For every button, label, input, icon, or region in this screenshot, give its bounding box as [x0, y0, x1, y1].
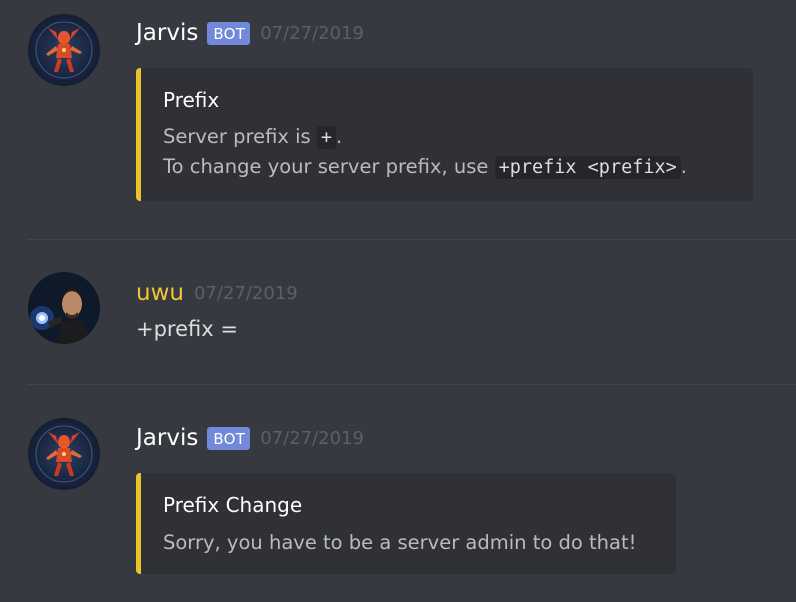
timestamp: 07/27/2019: [260, 427, 364, 449]
message-divider: [28, 239, 796, 240]
bot-badge: BOT: [207, 426, 251, 450]
message-header: Jarvis BOT 07/27/2019: [136, 17, 364, 49]
embed-line-change-prefix: To change your server prefix, use +prefi…: [163, 155, 687, 179]
man-avatar-icon: [28, 272, 100, 344]
embed-title: Prefix Change: [163, 493, 303, 517]
text: To change your server prefix, use: [163, 155, 495, 178]
message-header: Jarvis BOT 07/27/2019: [136, 422, 364, 454]
robot-avatar-icon: [28, 418, 100, 490]
timestamp: 07/27/2019: [193, 282, 298, 304]
author-name[interactable]: Jarvis: [136, 425, 198, 451]
text: Server prefix is: [163, 125, 317, 148]
robot-avatar-icon: [28, 14, 100, 86]
author-name[interactable]: uwu: [136, 280, 184, 306]
jarvis-avatar[interactable]: [28, 418, 100, 490]
inline-code: +prefix <prefix>: [494, 156, 681, 179]
inline-code: +: [316, 126, 337, 149]
embed-line-server-prefix: Server prefix is +.: [163, 125, 343, 149]
text: .: [680, 155, 687, 178]
uwu-avatar[interactable]: [28, 272, 100, 344]
bot-badge: BOT: [207, 21, 251, 45]
embed-description: Sorry, you have to be a server admin to …: [163, 531, 637, 554]
jarvis-avatar[interactable]: [28, 14, 100, 86]
author-name[interactable]: Jarvis: [136, 20, 198, 46]
message-content: +prefix =: [136, 317, 238, 341]
embed-title: Prefix: [163, 88, 220, 112]
timestamp: 07/27/2019: [260, 22, 364, 44]
embed-prefix: Prefix Server prefix is +. To change you…: [136, 68, 753, 201]
message-header: uwu 07/27/2019: [136, 278, 298, 308]
embed-prefix-change: Prefix Change Sorry, you have to be a se…: [136, 473, 676, 574]
text: .: [336, 125, 343, 148]
message-divider: [28, 384, 796, 385]
